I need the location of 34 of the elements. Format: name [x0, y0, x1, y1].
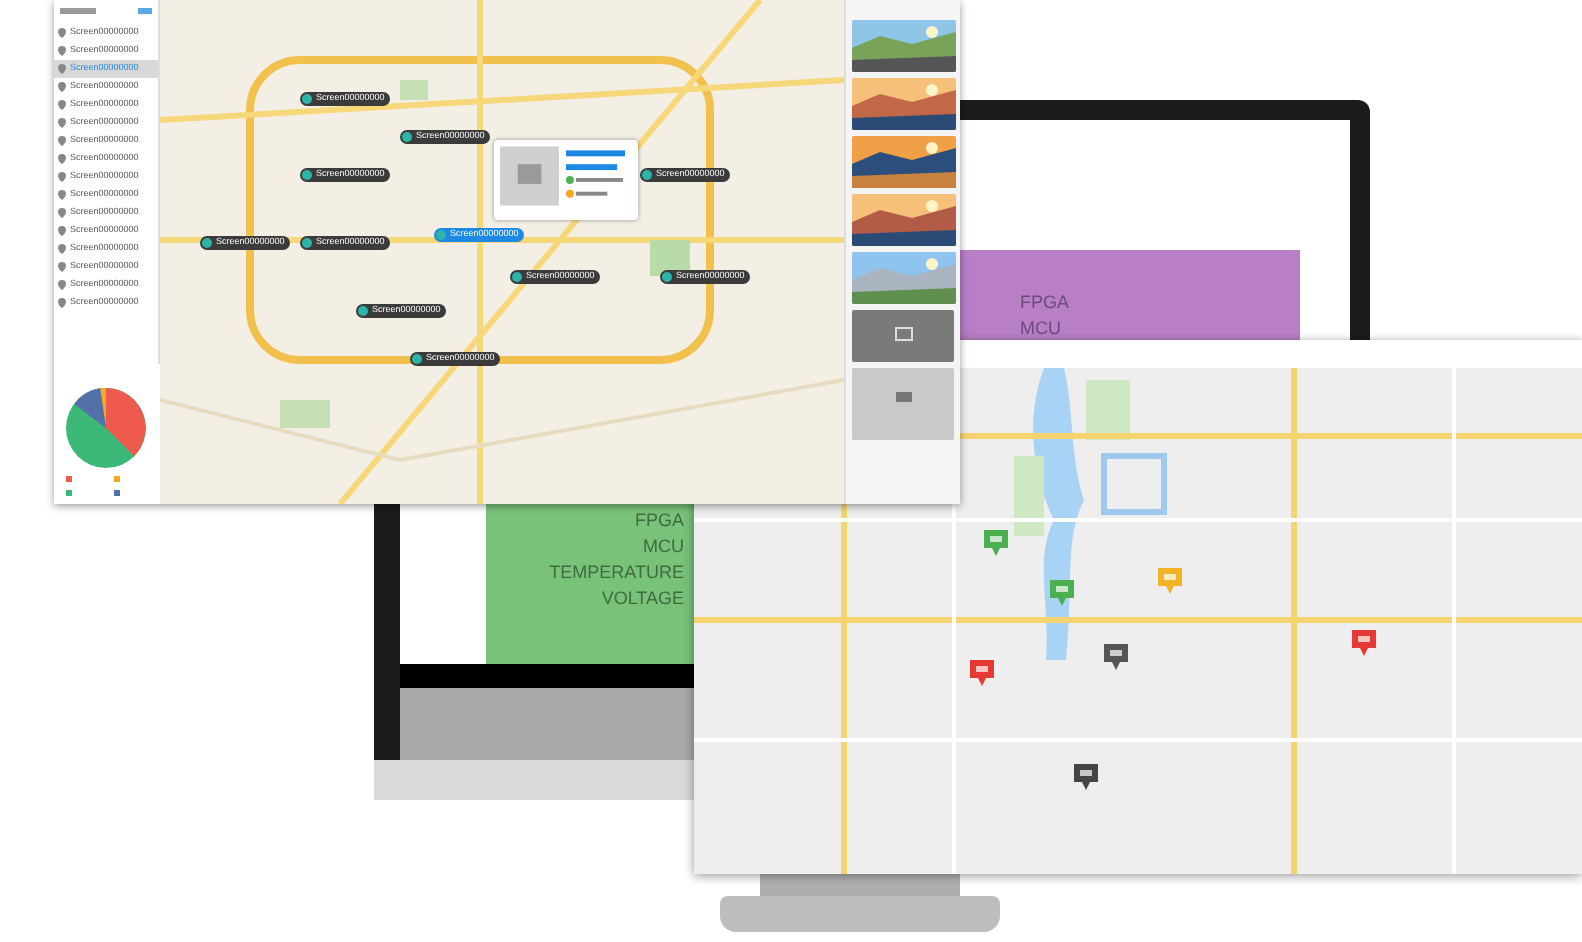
pin-icon	[58, 154, 66, 164]
add-camera-icon	[893, 388, 913, 404]
pin-icon	[58, 244, 66, 254]
vehicle-marker-icon[interactable]	[1158, 568, 1182, 596]
pin-icon	[58, 190, 66, 200]
pin-icon	[58, 64, 66, 74]
vehicle-marker-icon[interactable]	[984, 530, 1008, 558]
offline-tile[interactable]	[852, 310, 954, 362]
pin-icon	[58, 46, 66, 56]
chart-label: FPGA	[1020, 290, 1072, 316]
chart-label: VOLTAGE	[601, 586, 684, 612]
pin-icon	[58, 262, 66, 272]
chart-label: MCU	[643, 534, 684, 560]
pin-icon	[58, 118, 66, 128]
pin-icon	[58, 82, 66, 92]
pin-icon	[58, 100, 66, 110]
camera-off-icon	[893, 326, 913, 342]
chart-label: MCU	[1020, 316, 1063, 342]
chart-label: TEMPERATURE	[549, 560, 684, 586]
pin-icon	[58, 280, 66, 290]
pin-icon	[58, 208, 66, 218]
video-placeholder-icon	[500, 146, 560, 206]
pin-icon	[58, 172, 66, 182]
pin-icon	[58, 136, 66, 146]
pin-icon	[58, 28, 66, 38]
pin-icon	[58, 226, 66, 236]
empty-tile[interactable]	[852, 368, 954, 440]
vehicle-marker-icon[interactable]	[1352, 630, 1376, 658]
vehicle-marker-icon[interactable]	[1104, 644, 1128, 672]
vehicle-marker-icon[interactable]	[1074, 764, 1098, 792]
vehicle-marker-icon[interactable]	[1050, 580, 1074, 608]
chart-label: FPGA	[634, 508, 684, 534]
pin-icon	[58, 298, 66, 308]
vehicle-marker-icon[interactable]	[970, 660, 994, 688]
